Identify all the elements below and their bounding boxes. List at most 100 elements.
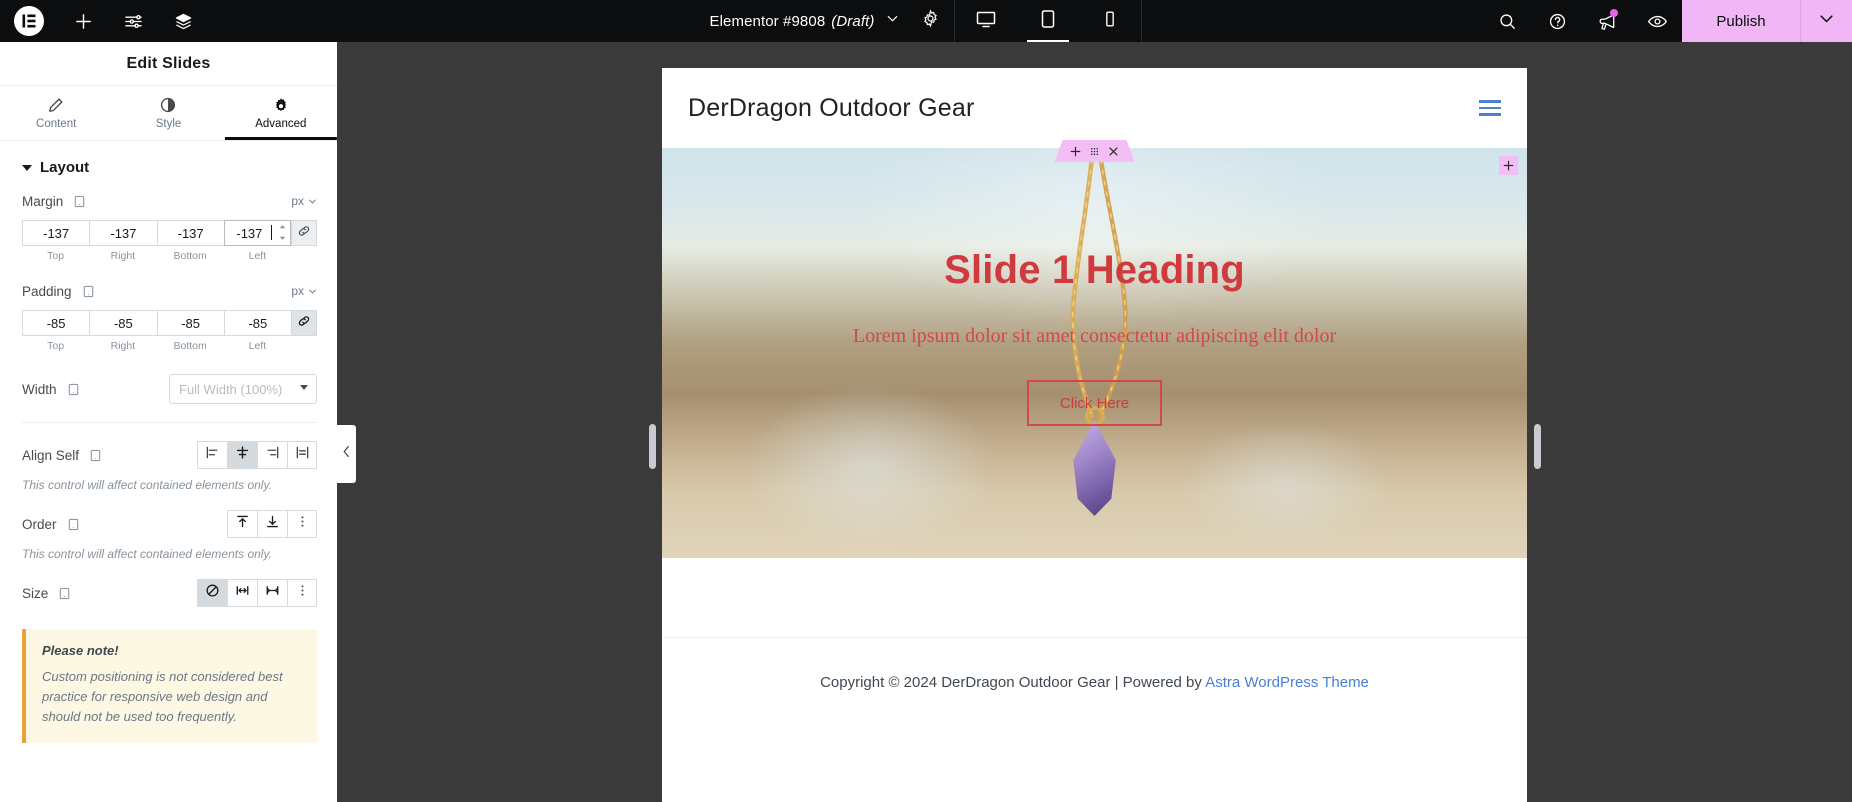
padding-control-row: Padding px (0, 278, 337, 304)
footer-copyright-text: Copyright © 2024 DerDragon Outdoor Gear … (820, 674, 1206, 691)
device-mobile-button[interactable] (1079, 0, 1141, 42)
tab-style[interactable]: Style (112, 86, 224, 140)
device-tablet-button[interactable] (1017, 0, 1079, 42)
order-label: Order (22, 516, 57, 532)
margin-left-input[interactable] (223, 220, 291, 246)
margin-bottom-input[interactable] (156, 220, 224, 246)
slide-heading[interactable]: Slide 1 Heading (944, 248, 1245, 293)
margin-right-input[interactable] (89, 220, 157, 246)
whats-new-button[interactable] (1582, 0, 1632, 42)
size-label: Size (22, 585, 49, 601)
publish-button[interactable]: Publish (1682, 0, 1800, 42)
ellipsis-vertical-icon (295, 583, 310, 603)
document-title: Elementor #9808 (Draft) (710, 13, 879, 30)
padding-right-input[interactable] (89, 310, 157, 336)
padding-top-input[interactable] (22, 310, 90, 336)
contrast-circle-icon (160, 97, 176, 113)
padding-left-sublabel: Left (248, 340, 267, 352)
order-custom-button[interactable] (287, 510, 317, 538)
layers-icon (174, 12, 193, 31)
link-icon (297, 314, 311, 333)
panel-title: Edit Slides (0, 42, 337, 86)
tablet-icon[interactable] (67, 383, 80, 396)
tablet-icon[interactable] (67, 518, 80, 531)
editor-canvas: DerDragon Outdoor Gear Slide 1 Heading L… (337, 42, 1852, 802)
size-shrink-button[interactable] (257, 579, 287, 607)
slide-cta-button[interactable]: Click Here (1027, 380, 1162, 426)
padding-left-cell: Left (223, 310, 291, 352)
resize-handle-right[interactable] (1534, 424, 1541, 469)
align-self-start-button[interactable] (197, 441, 227, 469)
editor-panel: Edit Slides Content Style Advanced Layou… (0, 42, 337, 802)
panel-collapse-button[interactable] (337, 425, 356, 483)
margin-link-values-button[interactable] (291, 220, 317, 246)
margin-left-cell: Left (223, 220, 291, 262)
page-settings-button[interactable] (108, 0, 158, 42)
finder-search-button[interactable] (1482, 0, 1532, 42)
slide-1[interactable]: Slide 1 Heading Lorem ipsum dolor sit am… (662, 148, 1527, 558)
content-spacer (662, 558, 1527, 638)
resize-handle-left[interactable] (649, 424, 656, 469)
margin-unit-selector[interactable]: px (291, 194, 317, 208)
document-settings-button[interactable] (906, 0, 954, 42)
tablet-icon[interactable] (82, 285, 95, 298)
document-menu-button[interactable] (878, 0, 906, 42)
please-note-box: Please note! Custom positioning is not c… (22, 629, 317, 744)
tablet-icon[interactable] (73, 195, 86, 208)
section-layout-header[interactable]: Layout (0, 141, 337, 188)
expand-horizontal-icon (235, 583, 250, 603)
elementor-logo-button[interactable] (0, 0, 58, 42)
footer-theme-link[interactable]: Astra WordPress Theme (1205, 674, 1369, 691)
order-end-button[interactable] (257, 510, 287, 538)
padding-unit-value: px (291, 284, 304, 298)
notice-title: Please note! (42, 643, 119, 658)
align-stretch-icon (295, 445, 310, 465)
site-preview: DerDragon Outdoor Gear Slide 1 Heading L… (662, 68, 1527, 802)
navigator-button[interactable] (158, 0, 208, 42)
publish-label: Publish (1716, 12, 1766, 30)
drag-dots-icon[interactable] (1089, 146, 1100, 157)
padding-label: Padding (22, 283, 72, 299)
tablet-icon[interactable] (89, 449, 102, 462)
tablet-icon (1037, 8, 1059, 35)
preview-changes-button[interactable] (1632, 0, 1682, 42)
order-start-button[interactable] (227, 510, 257, 538)
tab-advanced[interactable]: Advanced (225, 86, 337, 140)
width-select[interactable]: Full Width (100%) (169, 374, 317, 404)
align-self-stretch-button[interactable] (287, 441, 317, 469)
no-entry-icon (205, 583, 220, 603)
search-icon (1498, 12, 1517, 31)
tab-advanced-label: Advanced (255, 117, 307, 130)
padding-link-values-button[interactable] (291, 310, 317, 336)
align-self-end-button[interactable] (257, 441, 287, 469)
top-toolbar: Elementor #9808 (Draft) Publish (0, 0, 1852, 42)
margin-top-input[interactable] (22, 220, 90, 246)
padding-unit-selector[interactable]: px (291, 284, 317, 298)
align-self-center-button[interactable] (227, 441, 257, 469)
hamburger-icon[interactable] (1479, 100, 1501, 116)
sliders-icon (124, 12, 143, 31)
size-grow-button[interactable] (227, 579, 257, 607)
caret-down-icon (22, 164, 32, 171)
align-start-icon (205, 445, 220, 465)
tab-content[interactable]: Content (0, 86, 112, 140)
device-desktop-button[interactable] (955, 0, 1017, 42)
add-element-button[interactable] (58, 0, 108, 42)
help-button[interactable] (1532, 0, 1582, 42)
publish-options-button[interactable] (1800, 0, 1852, 42)
caret-down-icon (300, 385, 308, 390)
size-custom-button[interactable] (287, 579, 317, 607)
slide-subheading[interactable]: Lorem ipsum dolor sit amet consectetur a… (853, 325, 1336, 348)
padding-bottom-sublabel: Bottom (173, 340, 207, 352)
size-none-button[interactable] (197, 579, 227, 607)
margin-right-sublabel: Right (110, 250, 136, 262)
tablet-icon[interactable] (58, 587, 71, 600)
padding-top-cell: Top (22, 310, 90, 352)
add-section-button[interactable] (1499, 156, 1518, 175)
margin-inputs: Top Right Bottom Left (22, 220, 317, 262)
padding-left-input[interactable] (223, 310, 291, 336)
padding-bottom-input[interactable] (156, 310, 224, 336)
plus-icon[interactable] (1070, 146, 1081, 157)
close-icon[interactable] (1108, 146, 1119, 157)
chevron-down-icon (309, 199, 316, 204)
